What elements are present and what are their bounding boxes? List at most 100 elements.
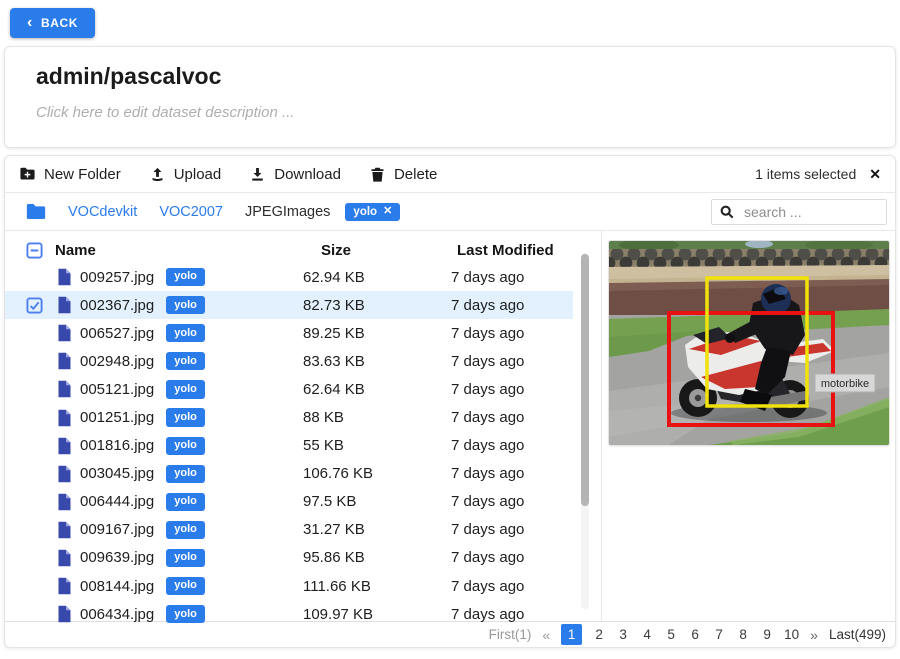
delete-label: Delete [394,166,437,183]
pagination-page-3[interactable]: 3 [616,627,630,642]
table-scrollbar[interactable] [581,253,589,609]
search-box[interactable] [711,199,887,225]
file-icon [57,605,72,623]
file-name: 009167.jpg [80,521,154,538]
pagination-page-6[interactable]: 6 [688,627,702,642]
row-checkbox[interactable] [13,297,55,314]
breadcrumb-item-voc2007[interactable]: VOC2007 [159,204,223,220]
file-icon [57,409,72,427]
delete-button[interactable]: Delete [369,166,437,183]
preview-panel: motorbike [602,231,896,621]
file-name: 001251.jpg [80,409,154,426]
pagination-page-10[interactable]: 10 [784,627,799,642]
pagination-page-2[interactable]: 2 [592,627,606,642]
table-row[interactable]: 009257.jpg yolo 62.94 KB 7 days ago [5,263,573,291]
table-header-row: Name Size Last Modified [5,237,573,263]
format-tag: yolo [166,268,205,286]
table-row[interactable]: 009639.jpg yolo 95.86 KB 7 days ago [5,544,573,572]
file-icon [57,296,72,314]
download-button[interactable]: Download [249,166,341,183]
table-row[interactable]: 006527.jpg yolo 89.25 KB 7 days ago [5,319,573,347]
table-row[interactable]: 005121.jpg yolo 62.64 KB 7 days ago [5,375,573,403]
file-icon [57,380,72,398]
dataset-description-placeholder[interactable]: Click here to edit dataset description .… [36,104,864,121]
file-icon [57,352,72,370]
back-button[interactable]: ‹ BACK [10,8,95,38]
file-modified: 7 days ago [451,521,573,538]
preview-image[interactable]: motorbike [609,241,889,445]
table-row[interactable]: 006434.jpg yolo 109.97 KB 7 days ago [5,600,573,628]
pagination-page-9[interactable]: 9 [760,627,774,642]
table-row[interactable]: 008144.jpg yolo 111.66 KB 7 days ago [5,572,573,600]
table-row[interactable]: 002367.jpg yolo 82.73 KB 7 days ago [5,291,573,319]
format-tag: yolo [166,549,205,567]
format-filter-label: yolo [353,206,377,218]
file-name: 005121.jpg [80,381,154,398]
file-icon [57,577,72,595]
breadcrumb-item-jpegimages: JPEGImages [245,204,330,220]
file-name: 002948.jpg [80,353,154,370]
dataset-header-card: admin/pascalvoc Click here to edit datas… [4,46,896,148]
table-row[interactable]: 001251.jpg yolo 88 KB 7 days ago [5,403,573,431]
file-icon [57,493,72,511]
file-size: 62.64 KB [303,381,451,398]
download-label: Download [274,166,341,183]
folder-icon[interactable] [26,203,46,220]
file-name: 003045.jpg [80,465,154,482]
table-row[interactable]: 009167.jpg yolo 31.27 KB 7 days ago [5,516,573,544]
column-header-modified[interactable]: Last Modified [451,242,573,259]
file-size: 31.27 KB [303,521,451,538]
pagination-page-4[interactable]: 4 [640,627,654,642]
trash-icon [369,166,386,183]
upload-icon [149,166,166,183]
pagination-page-7[interactable]: 7 [712,627,726,642]
format-tag: yolo [166,521,205,539]
format-tag: yolo [166,605,205,623]
selection-count-text: 1 items selected [755,166,856,182]
annotation-label-text: motorbike [821,378,869,390]
back-label: BACK [41,16,78,30]
format-tag: yolo [166,465,205,483]
column-header-name[interactable]: Name [55,242,303,259]
format-tag: yolo [166,493,205,511]
format-tag: yolo [166,437,205,455]
select-all-checkbox[interactable] [13,242,55,259]
pagination-prev-icon[interactable]: « [542,627,550,643]
file-icon [57,521,72,539]
pagination-page-8[interactable]: 8 [736,627,750,642]
upload-button[interactable]: Upload [149,166,222,183]
search-icon [720,205,734,219]
file-name: 002367.jpg [80,297,154,314]
new-folder-label: New Folder [44,166,121,183]
file-modified: 7 days ago [451,465,573,482]
format-tag: yolo [166,408,205,426]
breadcrumb-item-vocdevkit[interactable]: VOCdevkit [68,204,137,220]
pagination-page-5[interactable]: 5 [664,627,678,642]
column-header-size[interactable]: Size [303,242,451,259]
file-name: 006527.jpg [80,325,154,342]
table-row[interactable]: 002948.jpg yolo 83.63 KB 7 days ago [5,347,573,375]
format-filter-chip[interactable]: yolo ✕ [345,203,400,221]
dataset-title: admin/pascalvoc [36,63,864,90]
file-icon [57,549,72,567]
table-row[interactable]: 003045.jpg yolo 106.76 KB 7 days ago [5,460,573,488]
table-row[interactable]: 001816.jpg yolo 55 KB 7 days ago [5,432,573,460]
search-input[interactable] [742,203,878,221]
pagination-next-icon[interactable]: » [810,627,818,643]
breadcrumb-bar: VOCdevkit VOC2007 JPEGImages yolo ✕ [5,193,895,231]
file-size: 97.5 KB [303,493,451,510]
pagination-first[interactable]: First(1) [489,627,532,642]
file-modified: 7 days ago [451,437,573,454]
browser-content: Name Size Last Modified 009257.jpg yolo … [5,231,895,621]
pagination-last[interactable]: Last(499) [829,627,886,642]
new-folder-button[interactable]: New Folder [19,166,121,183]
upload-label: Upload [174,166,222,183]
scrollbar-thumb[interactable] [581,254,589,506]
table-row[interactable]: 006444.jpg yolo 97.5 KB 7 days ago [5,488,573,516]
file-size: 88 KB [303,409,451,426]
format-tag: yolo [166,380,205,398]
file-modified: 7 days ago [451,578,573,595]
clear-selection-icon[interactable]: ✕ [869,167,881,181]
remove-filter-icon[interactable]: ✕ [383,206,392,217]
file-size: 109.97 KB [303,606,451,623]
